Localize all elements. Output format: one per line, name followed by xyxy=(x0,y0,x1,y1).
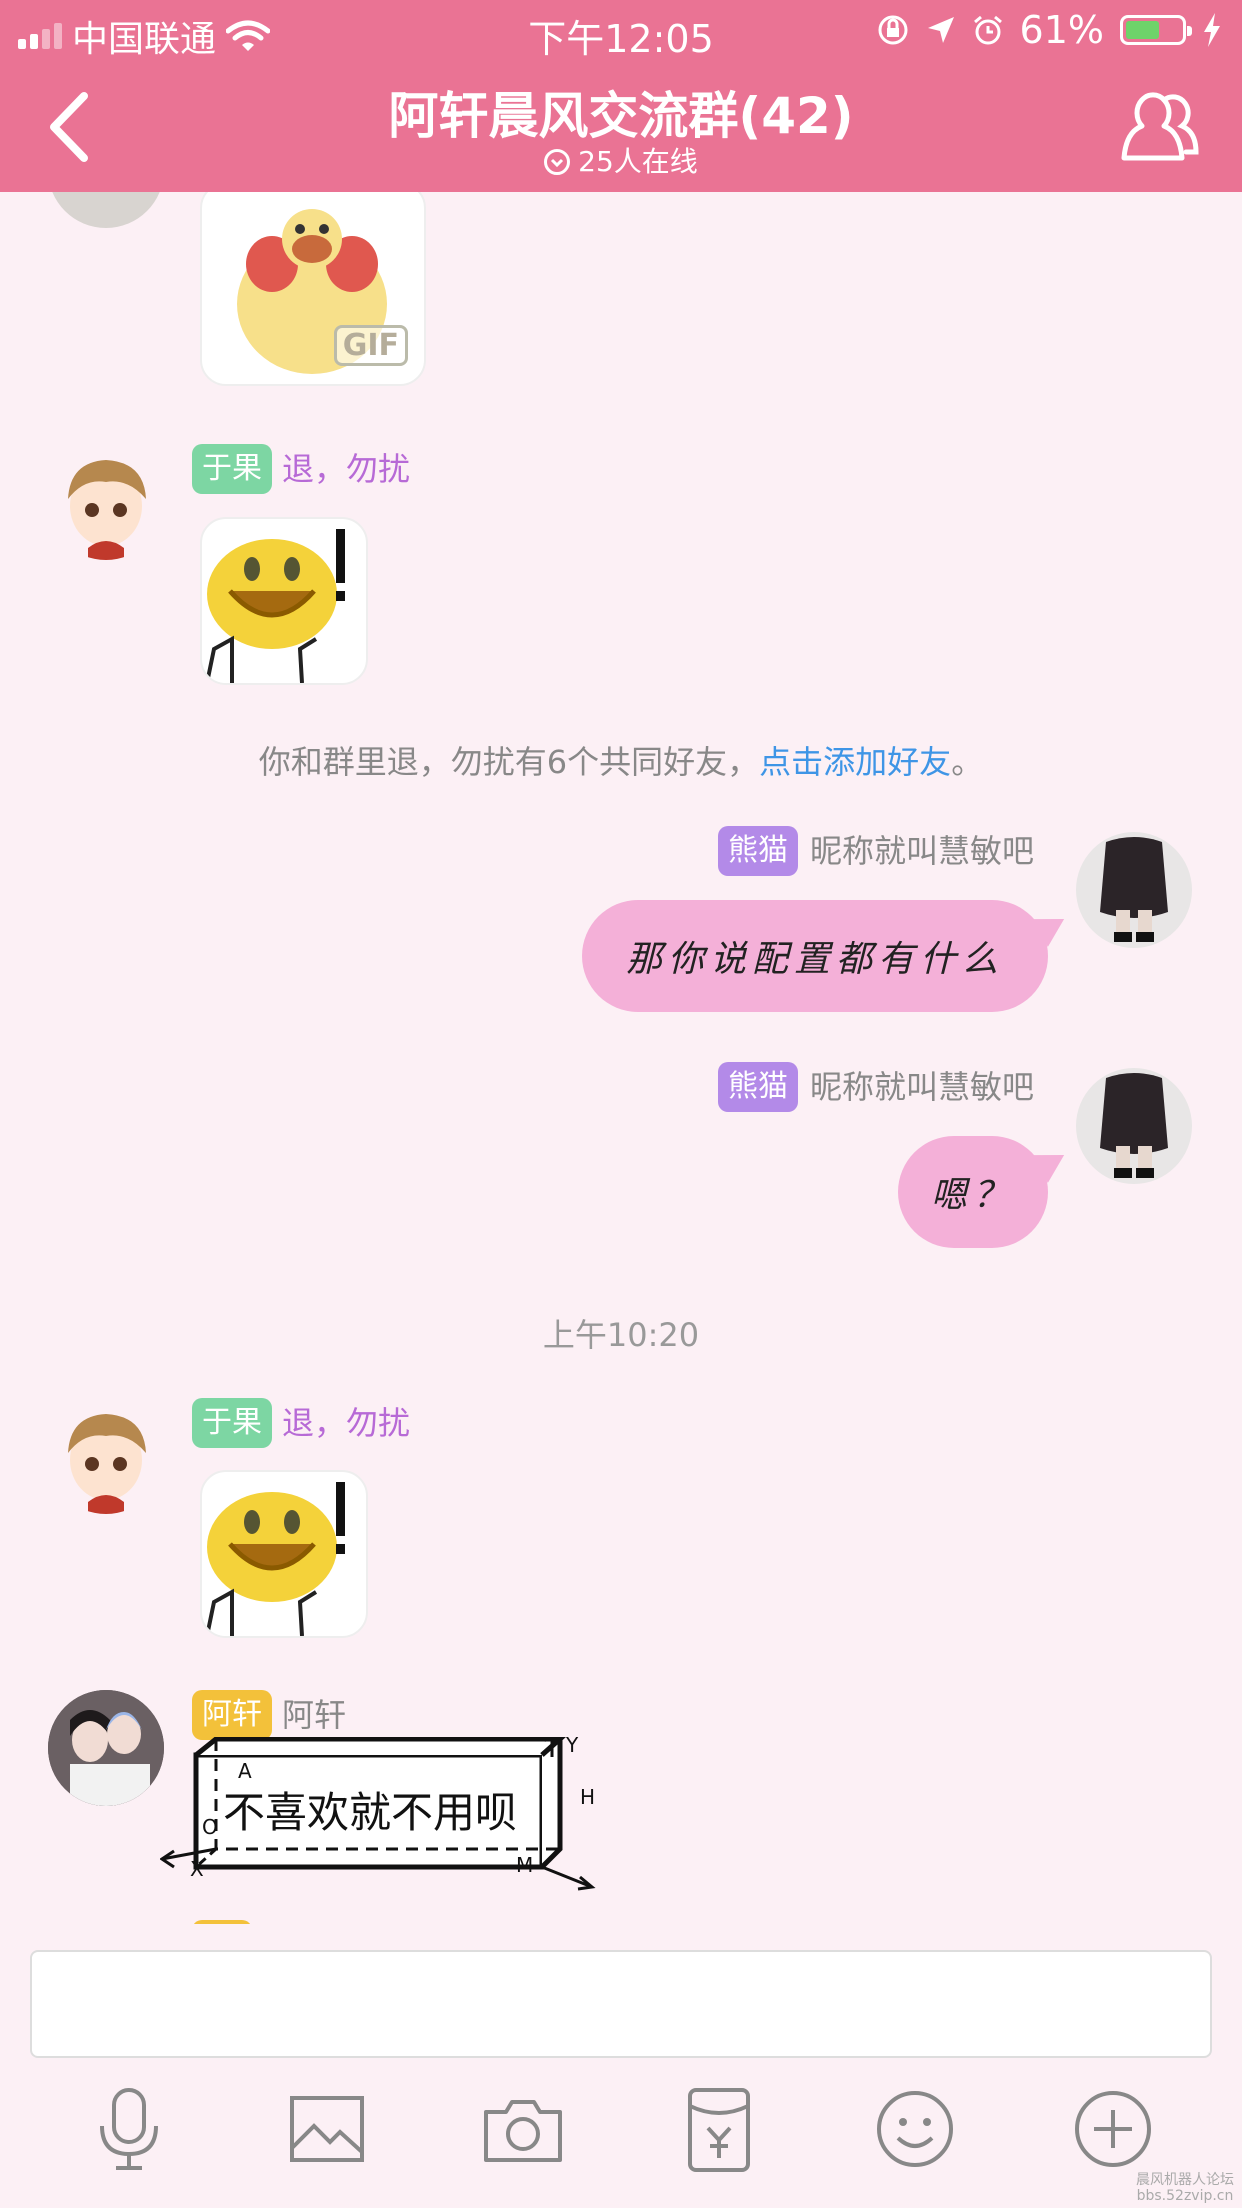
system-message-end: 。 xyxy=(951,743,984,781)
gif-sticker[interactable]: GIF xyxy=(200,192,426,386)
message-bubble[interactable]: 嗯？ xyxy=(898,1136,1048,1248)
message-bubble[interactable]: 那你说配置都有什么 xyxy=(582,900,1048,1012)
sender-name[interactable]: 退，勿扰 xyxy=(282,444,410,494)
emoji-icon[interactable] xyxy=(870,2084,960,2174)
message-input[interactable] xyxy=(30,1950,1212,2058)
axis-label-h: H xyxy=(580,1785,596,1809)
location-icon xyxy=(927,17,954,43)
avatar-photo xyxy=(1100,1073,1168,1178)
member-title-tag: 熊猫 xyxy=(718,826,798,876)
watermark-line: 晨风机器人论坛 xyxy=(1136,2172,1234,2188)
axis-label-y: Y xyxy=(566,1733,579,1757)
avatar-cartoon-boy xyxy=(68,460,146,560)
orientation-lock-icon xyxy=(878,15,908,45)
group-members-icon[interactable] xyxy=(1112,80,1202,170)
system-message-text: 你和群里退，勿扰有6个共同好友， xyxy=(258,743,760,781)
avatar[interactable] xyxy=(48,1690,164,1806)
nav-bar: 阿轩晨风交流群(42) 25人在线 xyxy=(0,62,1242,192)
watermark-line: bbs.52zvip.cn xyxy=(1136,2188,1234,2204)
watermark: 晨风机器人论坛 bbs.52zvip.cn xyxy=(1136,2172,1234,2204)
status-bar: 中国联通 下午12:05 61% xyxy=(0,0,1242,62)
chat-area[interactable]: GIF 于果 退，勿扰 你和群里退，勿扰有6个共同好友，点击添加好友。 熊猫 昵… xyxy=(0,192,1242,1924)
chevron-down-icon xyxy=(544,149,571,175)
sender-name[interactable]: 阿轩 xyxy=(282,1690,346,1740)
sender-name[interactable]: 昵称就叫慧敏吧 xyxy=(810,1062,1034,1112)
sender-name[interactable]: 退，勿扰 xyxy=(282,1398,410,1448)
member-title-tag: 于果 xyxy=(192,1398,272,1448)
message-bubble-3d-box[interactable]: A Y H O X M 不喜欢就不用呗 xyxy=(160,1733,610,1897)
page-title: 阿轩晨风交流群(42) xyxy=(388,87,854,145)
sender-name[interactable]: 昵称就叫慧敏吧 xyxy=(810,826,1034,876)
smiley-sticker[interactable] xyxy=(200,517,368,685)
avatar-photo xyxy=(1100,837,1168,942)
alarm-icon xyxy=(973,15,1002,45)
smiley-sticker[interactable] xyxy=(200,1470,368,1638)
microphone-icon[interactable] xyxy=(84,2084,174,2174)
red-packet-icon[interactable] xyxy=(674,2084,764,2174)
avatar[interactable] xyxy=(1076,1068,1192,1184)
avatar[interactable] xyxy=(48,192,164,228)
axis-label-x: X xyxy=(190,1857,204,1881)
charging-icon xyxy=(1204,13,1220,47)
battery-icon xyxy=(1120,15,1192,45)
add-friend-link[interactable]: 点击添加好友 xyxy=(759,743,951,781)
timestamp: 上午10:20 xyxy=(542,1316,700,1354)
message-text: 不喜欢就不用呗 xyxy=(222,1788,517,1837)
avatar-cartoon-boy xyxy=(68,1414,146,1514)
avatar-couple-photo xyxy=(48,1690,164,1806)
smiley-exclaim-image xyxy=(205,529,345,683)
avatar[interactable] xyxy=(48,1398,164,1514)
avatar[interactable] xyxy=(48,444,164,560)
system-message: 你和群里退，勿扰有6个共同好友，点击添加好友。 xyxy=(0,737,1242,783)
plus-icon[interactable] xyxy=(1068,2084,1158,2174)
top-bar: 中国联通 下午12:05 61% 阿轩晨风交流群(42) 25人在线 xyxy=(0,0,1242,192)
online-label: 25人在线 xyxy=(578,145,698,178)
input-area: 晨风机器人论坛 bbs.52zvip.cn xyxy=(0,1924,1242,2208)
image-icon[interactable] xyxy=(282,2084,372,2174)
smiley-exclaim-image xyxy=(205,1482,345,1636)
battery-percent: 61% xyxy=(1019,8,1104,52)
gif-badge: GIF xyxy=(333,325,408,366)
member-title-tag: 熊猫 xyxy=(718,1062,798,1112)
axis-label-m: M xyxy=(516,1853,534,1877)
axis-label-o: O xyxy=(202,1815,218,1839)
camera-icon[interactable] xyxy=(478,2084,568,2174)
member-title-tag: 于果 xyxy=(192,444,272,494)
member-title-tag: 阿轩 xyxy=(192,1690,272,1740)
avatar[interactable] xyxy=(1076,832,1192,948)
online-count[interactable]: 25人在线 xyxy=(0,140,1242,180)
